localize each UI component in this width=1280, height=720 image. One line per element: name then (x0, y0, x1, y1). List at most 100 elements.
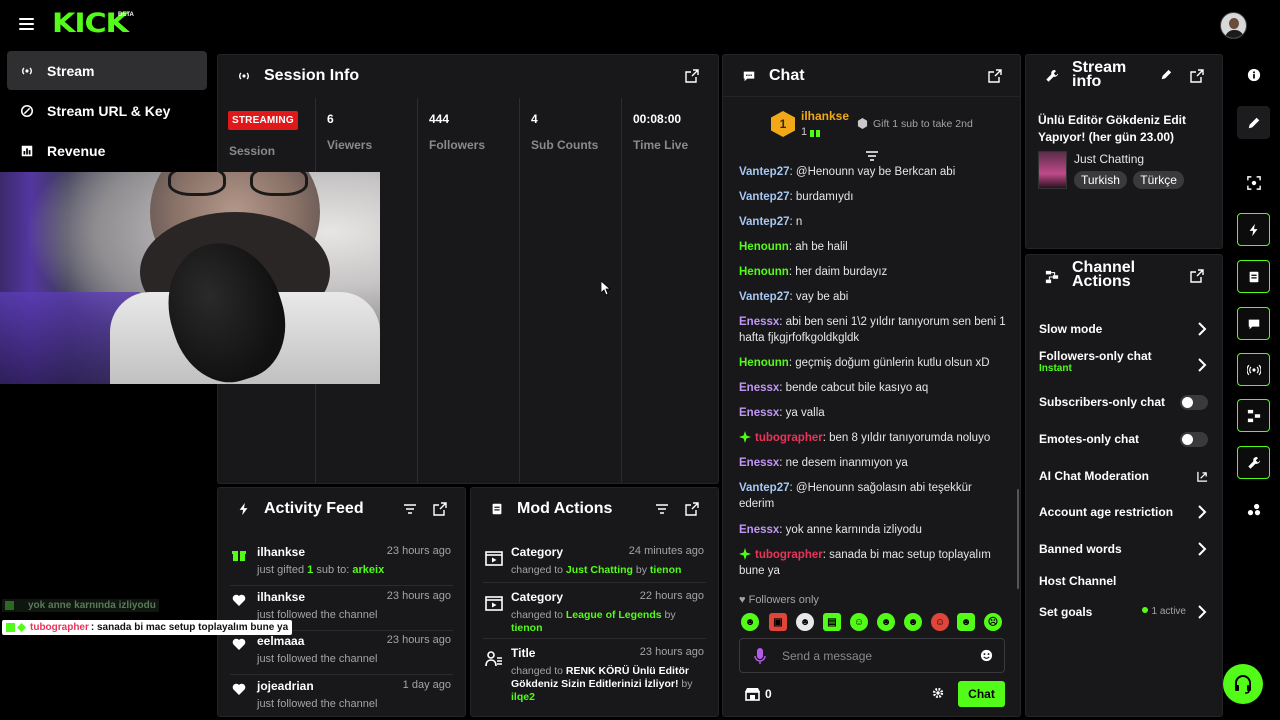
emote-button[interactable]: ☻ (877, 613, 895, 631)
action-text: changed to RENK KÖRÜ Ünlü Editör Gökdeni… (511, 665, 693, 703)
timestamp: 23 hours ago (386, 545, 451, 557)
video-category-icon (485, 551, 503, 566)
nav-item-stream[interactable]: Stream (7, 51, 207, 90)
top-gifter-count: 1 (801, 126, 808, 138)
chat-message: tubographer: ben 8 yıldır tanıyorumda no… (739, 430, 1009, 446)
list-item: Title 23 hours ago changed to RENK KÖRÜ … (483, 644, 706, 714)
emoji-icon[interactable] (980, 649, 993, 662)
chat-input-box[interactable]: Send a message (739, 638, 1005, 673)
capture-icon[interactable] (1237, 166, 1270, 199)
gifter-rank-badge: 1 (771, 111, 795, 137)
menu-icon[interactable] (19, 18, 34, 30)
heart-icon (232, 683, 246, 695)
popout-icon[interactable] (685, 502, 699, 516)
chat-message: Vantep27: n (739, 216, 803, 228)
nav-item-stream-url-key[interactable]: Stream URL & Key (7, 91, 207, 130)
info-icon[interactable] (1237, 58, 1270, 91)
settings-gear-icon[interactable] (932, 687, 944, 699)
category-name[interactable]: Just Chatting (1074, 152, 1144, 166)
emote-button[interactable]: ☻ (957, 613, 975, 631)
mouse-cursor-icon (601, 281, 611, 296)
popout-icon[interactable] (988, 69, 1002, 83)
nav-item-revenue[interactable]: Revenue (7, 131, 207, 170)
subscribers-only-toggle[interactable] (1180, 395, 1208, 410)
overlay-chat-line: tubographer : sanada bi mac setup toplay… (2, 620, 293, 635)
followers-only-row[interactable]: Followers-only chat Instant (1039, 349, 1208, 379)
list-item: Category 24 minutes ago changed to Just … (483, 543, 706, 583)
banned-words-row[interactable]: Banned words (1039, 538, 1208, 560)
host-channel-row[interactable]: Host Channel (1039, 570, 1208, 592)
status-badge: STREAMING (228, 111, 298, 130)
broadcast-icon[interactable] (1237, 353, 1270, 386)
webcam-preview (0, 172, 380, 384)
tag[interactable]: Türkçe (1133, 171, 1184, 189)
kick-logo[interactable]: KICK (52, 8, 129, 39)
emote-button[interactable]: ☻ (796, 613, 814, 631)
store-icon[interactable] (745, 687, 760, 701)
emote-button[interactable]: ▣ (769, 613, 787, 631)
username[interactable]: jojeadrian (257, 679, 314, 693)
emote-button[interactable]: ☻ (904, 613, 922, 631)
wrench-icon[interactable] (1237, 446, 1270, 479)
avatar[interactable] (1220, 12, 1247, 39)
emote-button[interactable]: ▤ (823, 613, 841, 631)
filter-icon[interactable] (655, 502, 669, 516)
lightning-icon[interactable] (1237, 213, 1270, 246)
emote-button[interactable]: ☻ (741, 613, 759, 631)
tag-list: Turkish Türkçe (1074, 171, 1187, 189)
username[interactable]: ilhankse (257, 590, 305, 604)
stream-title: Ünlü Editör Gökdeniz Edit Yapıyor! (her … (1038, 113, 1186, 144)
edit-layout-icon[interactable] (1237, 106, 1270, 139)
timestamp: 23 hours ago (386, 590, 451, 602)
slow-mode-row[interactable]: Slow mode (1039, 318, 1208, 340)
chat-bubble-icon[interactable] (1237, 307, 1270, 340)
chat-message: tubographer: sanada bi mac setup toplaya… (739, 548, 991, 577)
action-name: Category (511, 545, 564, 559)
tag[interactable]: Turkish (1074, 171, 1127, 189)
send-chat-button[interactable]: Chat (958, 681, 1005, 707)
apps-icon[interactable] (1237, 493, 1270, 526)
emote-button[interactable]: ☹ (984, 613, 1002, 631)
popout-icon[interactable] (433, 502, 447, 516)
account-age-row[interactable]: Account age restriction (1039, 501, 1208, 523)
chevron-right-icon (1198, 542, 1207, 556)
lightning-icon (236, 501, 252, 517)
edit-icon[interactable] (1160, 69, 1172, 81)
heart-icon (232, 638, 246, 650)
category-thumbnail[interactable] (1038, 151, 1067, 189)
stat-followers: 444 Followers (418, 98, 520, 483)
ai-chat-moderation-row[interactable]: AI Chat Moderation (1039, 465, 1208, 487)
popout-icon[interactable] (1190, 69, 1204, 83)
sparkle-badge-icon (739, 548, 751, 560)
emote-button[interactable]: ☺ (931, 613, 949, 631)
username[interactable]: ilhankse (257, 545, 305, 559)
emotes-only-toggle[interactable] (1180, 432, 1208, 447)
chat-message: Henounn: her daim burdayız (739, 266, 888, 278)
action-name: Category (511, 590, 564, 604)
nav-label: Stream (47, 62, 95, 79)
filter-icon[interactable] (403, 502, 417, 516)
support-headset-button[interactable] (1223, 664, 1263, 704)
chat-input-placeholder: Send a message (782, 649, 873, 663)
popout-icon[interactable] (685, 69, 699, 83)
stat-label: Session (229, 144, 276, 158)
channel-actions-panel: Channel Actions Slow mode Followers-only… (1025, 254, 1223, 717)
document-icon (489, 501, 505, 517)
timestamp: 23 hours ago (386, 634, 451, 646)
emote-button[interactable]: ☺ (850, 613, 868, 631)
microphone-icon[interactable] (754, 648, 766, 664)
channel-icon[interactable] (1237, 399, 1270, 432)
document-icon[interactable] (1237, 260, 1270, 293)
panel-title: Channel Actions (1072, 259, 1136, 290)
gift-prompt[interactable]: Gift 1 sub to take 2nd (873, 118, 973, 130)
chat-scrollbar[interactable] (1017, 489, 1019, 589)
chevron-right-icon (1198, 358, 1207, 372)
username[interactable]: eelmaaa (257, 634, 304, 648)
set-goals-row[interactable]: Set goals 1 active (1039, 601, 1208, 623)
collapse-pinned-icon[interactable] (865, 151, 879, 163)
popout-icon[interactable] (1190, 269, 1204, 283)
overlay-chat-line: yok anne karnında izliyodu (2, 599, 159, 612)
beta-label: BETA (118, 12, 134, 18)
top-gifter-name[interactable]: ilhankse (801, 109, 849, 123)
action-name: Title (511, 646, 536, 660)
